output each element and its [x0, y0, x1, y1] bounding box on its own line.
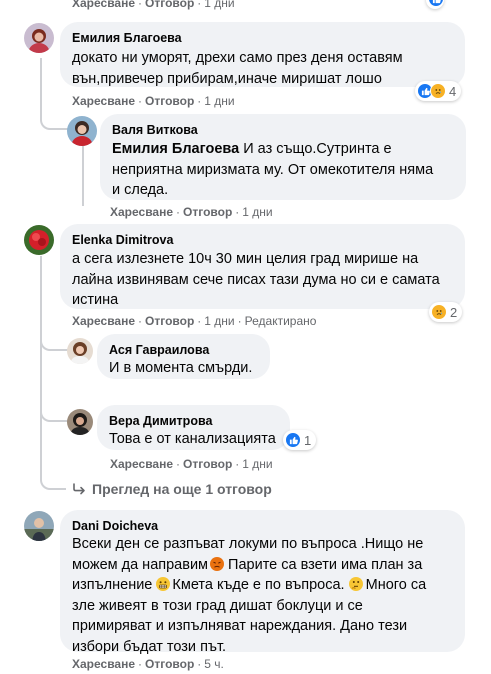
comment-time[interactable]: 1 дни [204, 0, 234, 10]
comment-bubble: Валя Виткова Емилия Благоева И аз също.С… [100, 114, 466, 200]
reaction-summary[interactable]: 2 [429, 302, 463, 322]
comment-time[interactable]: 1 дни [204, 314, 234, 328]
angry-emoji-icon [210, 556, 225, 571]
comment-text-line: изпълнение Кмета къде е по въпроса. Мног… [72, 575, 453, 596]
comment-bubble: Емилия Благоева докато ни уморят, дрехи … [60, 22, 465, 87]
comment-text-line: истина [72, 292, 119, 308]
like-reaction-icon [428, 0, 444, 7]
comment-text-line: избори бъдат този път. [72, 638, 227, 655]
reaction-count: 1 [304, 432, 312, 448]
comment-bubble: Elenka Dimitrova а сега излезнете 10ч 30… [60, 224, 465, 309]
comment-text-line: можем да направим Парите са взети има пл… [72, 555, 453, 576]
like-link[interactable]: Харесване [110, 205, 173, 219]
comment-text-line: зле живеят в този град дишат боклуци и с… [72, 597, 363, 614]
comment-actions: Харесване · Отговор · 5 ч. [72, 657, 224, 671]
top-comment-actions: Харесване · Отговор · 1 дни [72, 0, 235, 10]
comment-text: И аз също.Сутринта е [239, 141, 392, 157]
sad-reaction-icon [431, 304, 447, 320]
thread-line [82, 142, 84, 206]
comment-text-line: И в момента смърди. [109, 360, 253, 376]
thread-line [40, 58, 42, 112]
comment-author[interactable]: Валя Виткова [112, 122, 454, 138]
reply-link[interactable]: Отговор [183, 457, 232, 471]
thread-connector [40, 329, 68, 351]
avatar[interactable] [24, 511, 54, 541]
comment-text: изпълнение [72, 577, 157, 593]
comment-author[interactable]: Емилия Благоева [72, 30, 453, 46]
comment-text-line: и следа. [112, 182, 169, 198]
comment-text-line: вън,привечер прибирам,иначе миришат лошо [72, 70, 382, 87]
sad-reaction-icon [430, 83, 446, 99]
reaction-summary[interactable]: 4 [415, 81, 462, 101]
avatar[interactable] [24, 225, 54, 255]
comment-time[interactable]: 1 дни [204, 94, 234, 108]
like-reaction-icon [285, 432, 301, 448]
avatar[interactable] [67, 409, 93, 435]
top-reaction-summary[interactable] [426, 0, 444, 9]
thread-connector [40, 108, 68, 130]
comment-author[interactable]: Вера Димитрова [109, 413, 278, 429]
reply-link[interactable]: Отговор [145, 0, 194, 10]
comment-bubble: Dani Doicheva Всеки ден се разпъват локу… [60, 510, 465, 655]
comment-time[interactable]: 1 дни [242, 205, 272, 219]
thread-connector [40, 400, 68, 422]
like-link[interactable]: Харесване [72, 0, 135, 10]
reaction-summary[interactable]: 1 [283, 430, 317, 450]
like-link[interactable]: Харесване [72, 94, 135, 108]
avatar[interactable] [24, 23, 54, 53]
thinking-emoji-icon [348, 577, 363, 591]
view-more-label: Преглед на още 1 отговор [92, 481, 272, 497]
comment-author[interactable]: Dani Doicheva [72, 518, 453, 534]
comment-text-line: примиряват и изпълняват нареждания. Дано… [72, 618, 408, 634]
comment-text-line: неприятна миризмата му. От омекотителя н… [112, 161, 434, 178]
comment-text-line: лайна извинявам сече писах тази дума но … [72, 271, 440, 288]
comment-time[interactable]: 5 ч. [204, 657, 224, 671]
like-link[interactable]: Харесване [110, 457, 173, 471]
thread-line [40, 256, 42, 466]
reply-link[interactable]: Отговор [145, 314, 194, 328]
comment-bubble: Ася Гавраилова И в момента смърди. [97, 334, 270, 379]
edited-label[interactable]: Редактирано [245, 314, 317, 328]
comment-text-line: докато ни уморят, дрехи само през деня о… [72, 50, 403, 66]
reply-link[interactable]: Отговор [145, 657, 194, 671]
reply-arrow-icon [72, 483, 86, 495]
comment-text: Много са [365, 577, 427, 593]
avatar[interactable] [67, 116, 97, 146]
like-link[interactable]: Харесване [72, 314, 135, 328]
grimacing-emoji-icon [156, 577, 171, 591]
comment-author[interactable]: Elenka Dimitrova [72, 232, 453, 248]
comment-time[interactable]: 1 дни [242, 457, 272, 471]
thread-connector [40, 466, 66, 490]
comment-text-line: а сега излезнете 10ч 30 мин целия град м… [72, 251, 419, 267]
reply-link[interactable]: Отговор [183, 205, 232, 219]
comment-actions: Харесване · Отговор · 1 дни [72, 94, 235, 108]
reaction-count: 4 [449, 83, 457, 99]
comment-text-line: Това е от канализацията [109, 431, 276, 447]
comment-text-line: Всеки ден се разпъват локуми по въпроса … [72, 536, 424, 552]
comment-actions: Харесване · Отговор · 1 дни [110, 457, 273, 471]
comment-actions: Харесване · Отговор · 1 дни [110, 205, 273, 219]
comment-text: можем да направим [72, 556, 209, 573]
comment-bubble: Вера Димитрова Това е от канализацията [97, 405, 290, 450]
comment-text-line: Емилия Благоева И аз също.Сутринта е [112, 139, 454, 160]
comment-text: Парите са взети има план за [224, 556, 423, 573]
reaction-count: 2 [450, 304, 458, 320]
avatar[interactable] [67, 338, 93, 364]
like-link[interactable]: Харесване [72, 657, 135, 671]
reply-link[interactable]: Отговор [145, 94, 194, 108]
view-more-replies[interactable]: Преглед на още 1 отговор [72, 479, 272, 499]
comment-text: Кмета къде е по въпроса. [172, 577, 349, 593]
mention-tag[interactable]: Емилия Благоева [112, 141, 239, 157]
comment-actions: Харесване · Отговор · 1 дни · Редактирано [72, 314, 317, 328]
comment-author[interactable]: Ася Гавраилова [109, 342, 258, 358]
